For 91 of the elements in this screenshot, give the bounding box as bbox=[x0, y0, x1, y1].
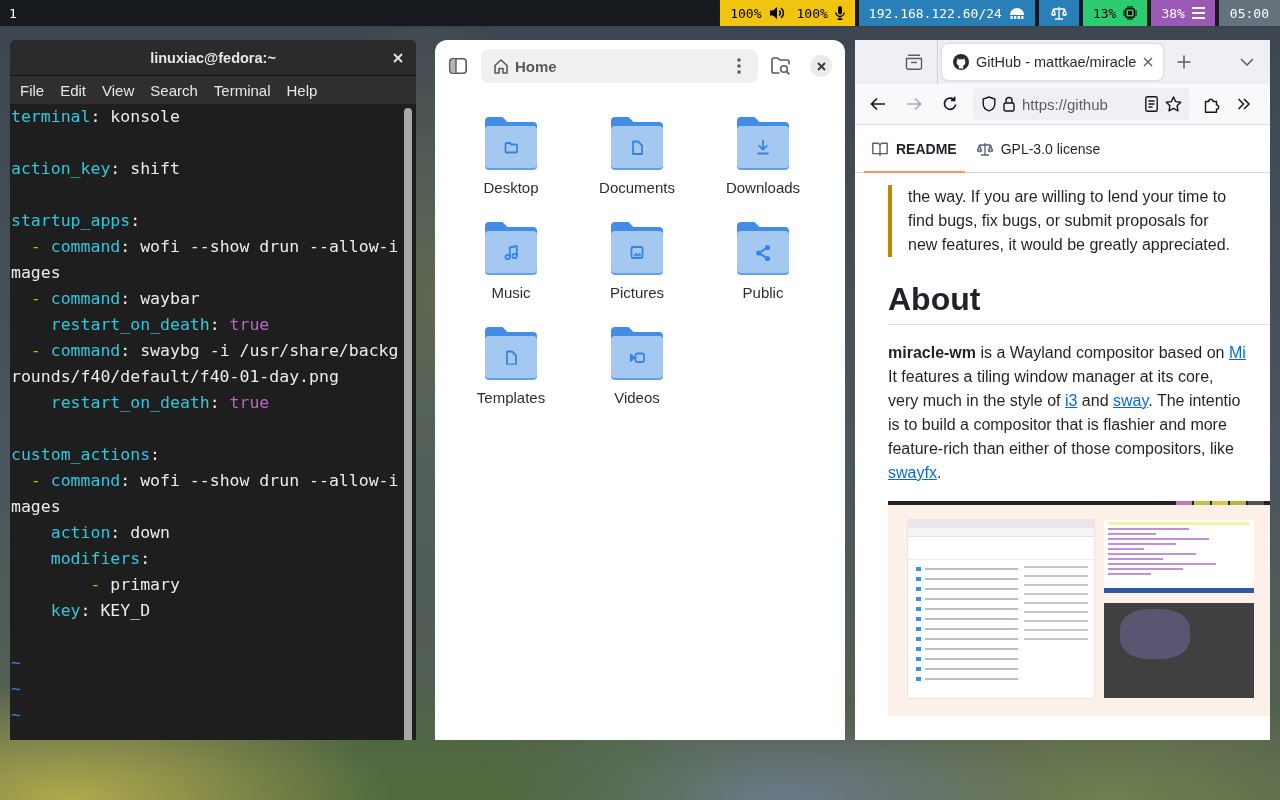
close-icon[interactable] bbox=[1143, 57, 1154, 67]
reader-view-icon[interactable] bbox=[1145, 96, 1158, 112]
code-line: custom_actions: bbox=[11, 444, 160, 466]
scrollbar[interactable] bbox=[404, 108, 412, 740]
memory-usage-text: 38% bbox=[1161, 5, 1185, 21]
code-line: restart_on_death: true bbox=[49, 314, 270, 336]
link[interactable]: sway bbox=[1113, 392, 1149, 409]
code-line: terminal: konsole bbox=[11, 106, 180, 128]
microphone-icon bbox=[834, 6, 845, 20]
speaker-icon bbox=[768, 6, 785, 20]
book-icon bbox=[872, 142, 888, 156]
image-folder-icon bbox=[611, 222, 663, 275]
code-line: - command: wofi --show drun --allow-i bbox=[29, 470, 399, 492]
chevron-down-icon bbox=[1240, 58, 1254, 66]
kebab-icon bbox=[737, 58, 741, 74]
close-button[interactable] bbox=[810, 55, 832, 77]
lines-icon bbox=[1191, 7, 1205, 19]
browser-tab[interactable]: GitHub - mattkae/miracle bbox=[942, 44, 1164, 80]
template-folder-icon bbox=[485, 327, 537, 380]
blockquote-text: the way. If you are willing to lend your time to find bugs, fix bugs, or submit proposals for new features, it would be greatly appreciated. bbox=[888, 185, 1270, 257]
video-folder-icon bbox=[611, 327, 663, 380]
close-icon bbox=[816, 61, 826, 71]
link[interactable]: swayfx bbox=[888, 464, 937, 481]
lock-icon[interactable] bbox=[1003, 96, 1015, 112]
code-line: startup_apps: bbox=[11, 210, 141, 232]
code-line: action_key: shift bbox=[11, 158, 180, 180]
code-line: key: KEY_D bbox=[49, 600, 151, 622]
star-icon[interactable] bbox=[1165, 96, 1182, 112]
folder-item[interactable]: Templates bbox=[448, 327, 574, 407]
code-line: restart_on_death: true bbox=[49, 392, 270, 414]
arrow-right-icon bbox=[906, 97, 922, 111]
code-line: - command: waybar bbox=[29, 288, 200, 310]
menu-item[interactable]: View bbox=[94, 79, 143, 101]
section-heading: About bbox=[888, 279, 1270, 325]
code-line: action: down bbox=[49, 522, 170, 544]
balance-scale-icon bbox=[1050, 6, 1067, 20]
menu-item[interactable]: Search bbox=[142, 79, 206, 101]
link[interactable]: i3 bbox=[1064, 392, 1078, 409]
menu-item[interactable]: Help bbox=[278, 79, 326, 101]
microphone-level-text: 100% bbox=[796, 5, 828, 21]
document-folder-icon bbox=[611, 117, 663, 170]
reload-icon bbox=[942, 96, 958, 112]
double-chevron-icon bbox=[1237, 98, 1251, 110]
location-button[interactable]: Home bbox=[489, 53, 561, 79]
folder-item[interactable]: Documents bbox=[574, 117, 700, 197]
plus-icon bbox=[1177, 55, 1192, 69]
folder-item[interactable]: Videos bbox=[574, 327, 700, 407]
folder-item[interactable]: Downloads bbox=[700, 117, 826, 197]
code-line: - primary bbox=[89, 574, 180, 596]
link[interactable]: Mi bbox=[1228, 344, 1246, 361]
sidebar-icon bbox=[449, 58, 467, 74]
code-line: mages bbox=[11, 496, 61, 518]
readme-tab[interactable]: README bbox=[864, 125, 965, 173]
folder-item[interactable]: Public bbox=[700, 222, 826, 302]
readme-tab[interactable]: GPL-3.0 license bbox=[968, 125, 1109, 173]
clock: 05:00 bbox=[1218, 0, 1280, 26]
music-folder-icon bbox=[485, 222, 537, 275]
code-line: - command: swaybg -i /usr/share/backg bbox=[29, 340, 399, 362]
close-icon bbox=[393, 52, 403, 63]
code-line: ~ bbox=[11, 678, 21, 700]
tray-icon bbox=[905, 54, 923, 70]
menu-item[interactable]: File bbox=[12, 79, 53, 101]
folder-icon bbox=[485, 117, 537, 170]
workspace-button[interactable]: 1 bbox=[0, 0, 26, 26]
balance-scale-icon bbox=[976, 142, 993, 156]
folder-search-icon bbox=[771, 57, 791, 75]
about-paragraph: miracle-wm is a Wayland compositor based on Mi It features a tiling window manager at its core, very much in the style of i3 and sway. The intentio is to build a compositor that is flashier and more feature-rich than either of those compositors, like swayfx. bbox=[888, 343, 1247, 483]
ip-address-text: 192.168.122.60/24 bbox=[868, 5, 1002, 21]
address-bar[interactable]: https://github bbox=[973, 88, 1189, 120]
download-folder-icon bbox=[737, 117, 789, 170]
window-title: linuxiac@fedora:~ bbox=[150, 49, 276, 66]
folder-item[interactable]: Pictures bbox=[574, 222, 700, 302]
code-line: - command: wofi --show drun --allow-i bbox=[29, 236, 399, 258]
ethernet-port-icon bbox=[1008, 7, 1025, 19]
cpu-usage-text: 13% bbox=[1092, 5, 1117, 21]
arrow-left-icon bbox=[870, 97, 886, 111]
volume-level-text: 100% bbox=[730, 5, 762, 21]
cpu-chip-icon bbox=[1123, 6, 1138, 20]
folder-item[interactable]: Desktop bbox=[448, 117, 574, 197]
site-logo-icon bbox=[953, 54, 969, 70]
code-line: modifiers: bbox=[49, 548, 151, 570]
home-icon bbox=[493, 58, 509, 74]
shield-icon[interactable] bbox=[982, 96, 996, 112]
menu-item[interactable]: Edit bbox=[52, 79, 95, 101]
menu-item[interactable]: Terminal bbox=[205, 79, 279, 101]
code-line: ~ bbox=[11, 652, 21, 674]
folder-item[interactable]: Music bbox=[448, 222, 574, 302]
code-line: mages bbox=[11, 262, 61, 284]
code-line: ~ bbox=[11, 704, 21, 726]
share-folder-icon bbox=[737, 222, 789, 275]
code-line: rounds/f40/default/f40-01-day.png bbox=[11, 366, 339, 388]
